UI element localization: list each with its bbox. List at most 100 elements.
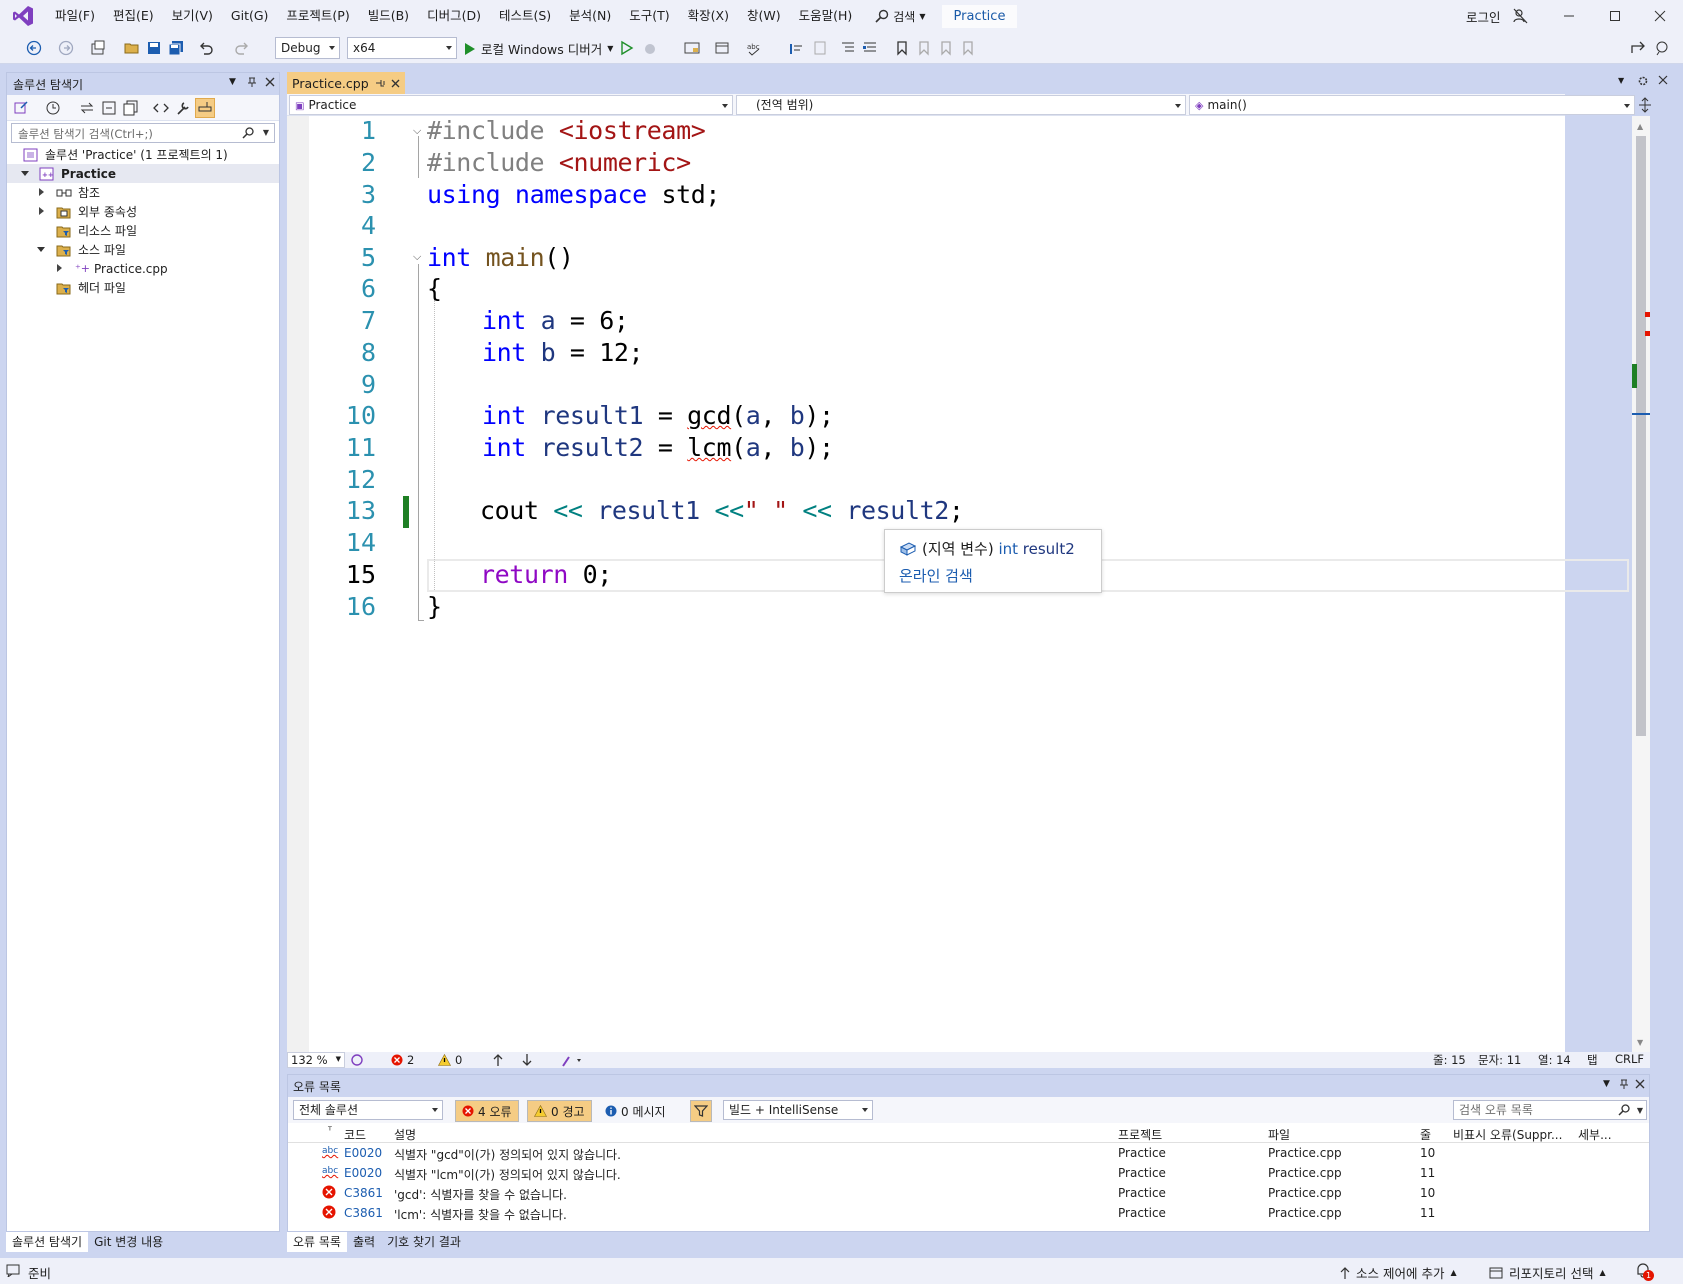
error-code-link[interactable]: E0020: [344, 1166, 382, 1180]
messages-filter-toggle[interactable]: 0 메시지: [598, 1100, 673, 1122]
clear-bookmarks-icon[interactable]: [960, 40, 976, 56]
scroll-up-icon[interactable]: ▲: [1637, 122, 1643, 131]
undefined-identifier-squiggle[interactable]: gcd: [687, 401, 731, 430]
hot-reload-icon[interactable]: [642, 40, 658, 56]
next-bookmark-icon[interactable]: [938, 40, 954, 56]
expand-open-icon[interactable]: [37, 247, 45, 252]
line-ending-indicator[interactable]: CRLF: [1615, 1052, 1644, 1066]
zoom-select[interactable]: 132 % ▼: [287, 1052, 345, 1068]
indent-mode-indicator[interactable]: 탭: [1587, 1052, 1598, 1068]
step-over-icon[interactable]: [812, 40, 828, 56]
member-nav-select[interactable]: ◈ main(): [1189, 95, 1635, 115]
menu-edit[interactable]: 편집(E): [104, 0, 163, 32]
uncomment-lines-icon[interactable]: [862, 40, 878, 56]
arrow-down-icon[interactable]: [521, 1053, 533, 1067]
collapse-all-icon[interactable]: [101, 100, 117, 116]
menu-view[interactable]: 보기(V): [163, 0, 222, 32]
visual-studio-logo[interactable]: [0, 0, 46, 32]
settings-gear-icon[interactable]: [1637, 75, 1649, 87]
project-nav-select[interactable]: ▣ Practice: [289, 95, 733, 115]
sort-icon[interactable]: ᵀ: [328, 1126, 332, 1137]
column-code[interactable]: 코드: [344, 1126, 366, 1143]
step-into-icon[interactable]: [788, 40, 804, 56]
expand-closed-icon[interactable]: [39, 188, 44, 196]
error-code-link[interactable]: E0020: [344, 1146, 382, 1160]
column-line[interactable]: 줄: [1420, 1126, 1431, 1143]
maximize-button[interactable]: [1592, 0, 1638, 32]
back-icon[interactable]: [26, 40, 42, 56]
error-row[interactable]: abc E0020 식별자 "gcd"이(가) 정의되어 있지 않습니다. Pr…: [288, 1143, 1649, 1163]
tree-resource-files[interactable]: 리소스 파일: [7, 221, 279, 240]
error-list-search[interactable]: 검색 오류 목록 ▼: [1453, 1100, 1647, 1120]
close-icon[interactable]: [1635, 1079, 1645, 1089]
tab-error-list[interactable]: 오류 목록: [287, 1232, 347, 1252]
column-details[interactable]: 세부...: [1578, 1126, 1612, 1143]
split-window-icon[interactable]: [1638, 97, 1652, 113]
minimize-button[interactable]: [1546, 0, 1592, 32]
search-options-chevron-icon[interactable]: ▼: [263, 128, 269, 137]
spell-check-icon[interactable]: abc: [746, 40, 762, 56]
tab-git-changes[interactable]: Git 변경 내용: [88, 1232, 170, 1252]
bookmark-icon[interactable]: [894, 40, 910, 56]
new-project-icon[interactable]: [90, 40, 106, 56]
pin-icon[interactable]: [375, 78, 385, 88]
collapse-chevron-icon[interactable]: ⌵: [413, 250, 421, 264]
menu-tools[interactable]: 도구(T): [620, 0, 678, 32]
errors-filter-toggle[interactable]: 4 오류: [455, 1100, 519, 1122]
tree-external-deps[interactable]: 외부 종속성: [7, 202, 279, 221]
tree-header-files[interactable]: 헤더 파일: [7, 278, 279, 297]
forward-icon[interactable]: [58, 40, 74, 56]
error-row[interactable]: C3861 'lcm': 식별자를 찾을 수 없습니다. Practice Pr…: [288, 1203, 1649, 1223]
column-project[interactable]: 프로젝트: [1118, 1126, 1162, 1143]
arrow-up-icon[interactable]: [492, 1053, 504, 1067]
variable-hovered[interactable]: result2: [832, 496, 949, 525]
document-tab-practice-cpp[interactable]: Practice.cpp: [287, 72, 405, 94]
redo-icon[interactable]: [234, 40, 250, 56]
menu-extensions[interactable]: 확장(X): [679, 0, 738, 32]
tree-source-files[interactable]: 소스 파일: [7, 240, 279, 259]
select-repository-button[interactable]: 리포지토리 선택 ▲: [1489, 1263, 1606, 1282]
error-marker[interactable]: [1645, 331, 1650, 336]
menu-file[interactable]: 파일(F): [46, 0, 104, 32]
platform-select[interactable]: x64: [347, 37, 457, 59]
filter-toggle[interactable]: [690, 1100, 712, 1122]
error-row[interactable]: C3861 'gcd': 식별자를 찾을 수 없습니다. Practice Pr…: [288, 1183, 1649, 1203]
error-code-link[interactable]: C3861: [344, 1186, 383, 1200]
live-share-icon[interactable]: [1630, 40, 1646, 56]
char-indicator[interactable]: 문자: 11: [1478, 1052, 1521, 1068]
menu-help[interactable]: 도움말(H): [790, 0, 862, 32]
build-filter-select[interactable]: 빌드 + IntelliSense: [723, 1100, 873, 1120]
properties-wrench-icon[interactable]: [175, 100, 191, 116]
login-link[interactable]: 로그인: [1466, 7, 1501, 26]
editor-vertical-scrollbar[interactable]: ▲ ▼: [1632, 116, 1650, 1052]
save-icon[interactable]: [146, 40, 162, 56]
pending-changes-filter-icon[interactable]: [45, 100, 61, 116]
prev-bookmark-icon[interactable]: [916, 40, 932, 56]
expand-closed-icon[interactable]: [57, 264, 62, 272]
close-icon[interactable]: [1658, 75, 1668, 85]
column-suppression[interactable]: 비표시 오류(Suppr...: [1453, 1126, 1562, 1143]
error-code-link[interactable]: C3861: [344, 1206, 383, 1220]
undefined-identifier-squiggle[interactable]: lcm: [687, 433, 731, 462]
menu-window[interactable]: 창(W): [738, 0, 790, 32]
tab-output[interactable]: 출력: [346, 1232, 382, 1252]
menu-analyze[interactable]: 분석(N): [560, 0, 620, 32]
add-to-source-control-button[interactable]: 소스 제어에 추가 ▲: [1340, 1263, 1457, 1282]
undo-icon[interactable]: [198, 40, 214, 56]
comment-lines-icon[interactable]: [840, 40, 856, 56]
error-row[interactable]: abc E0020 식별자 "lcm"이(가) 정의되어 있지 않습니다. Pr…: [288, 1163, 1649, 1183]
sync-icon[interactable]: [79, 100, 95, 116]
preview-selected-items-icon[interactable]: [195, 98, 215, 118]
search-button[interactable]: 검색 ▼: [867, 8, 933, 25]
scrollbar-thumb[interactable]: [1636, 136, 1646, 736]
scroll-down-icon[interactable]: ▼: [1637, 1038, 1643, 1047]
collapse-chevron-icon[interactable]: ⌵: [413, 124, 421, 138]
menu-build[interactable]: 빌드(B): [359, 0, 418, 32]
account-settings-icon[interactable]: [1512, 8, 1528, 24]
column-indicator[interactable]: 열: 14: [1538, 1052, 1571, 1068]
tree-practice-cpp[interactable]: ⁺+ Practice.cpp: [7, 259, 279, 278]
pin-icon[interactable]: [247, 76, 257, 88]
start-without-debugging-icon[interactable]: [619, 40, 635, 56]
error-marker[interactable]: [1645, 312, 1650, 317]
warning-count-indicator[interactable]: 0: [438, 1053, 462, 1067]
